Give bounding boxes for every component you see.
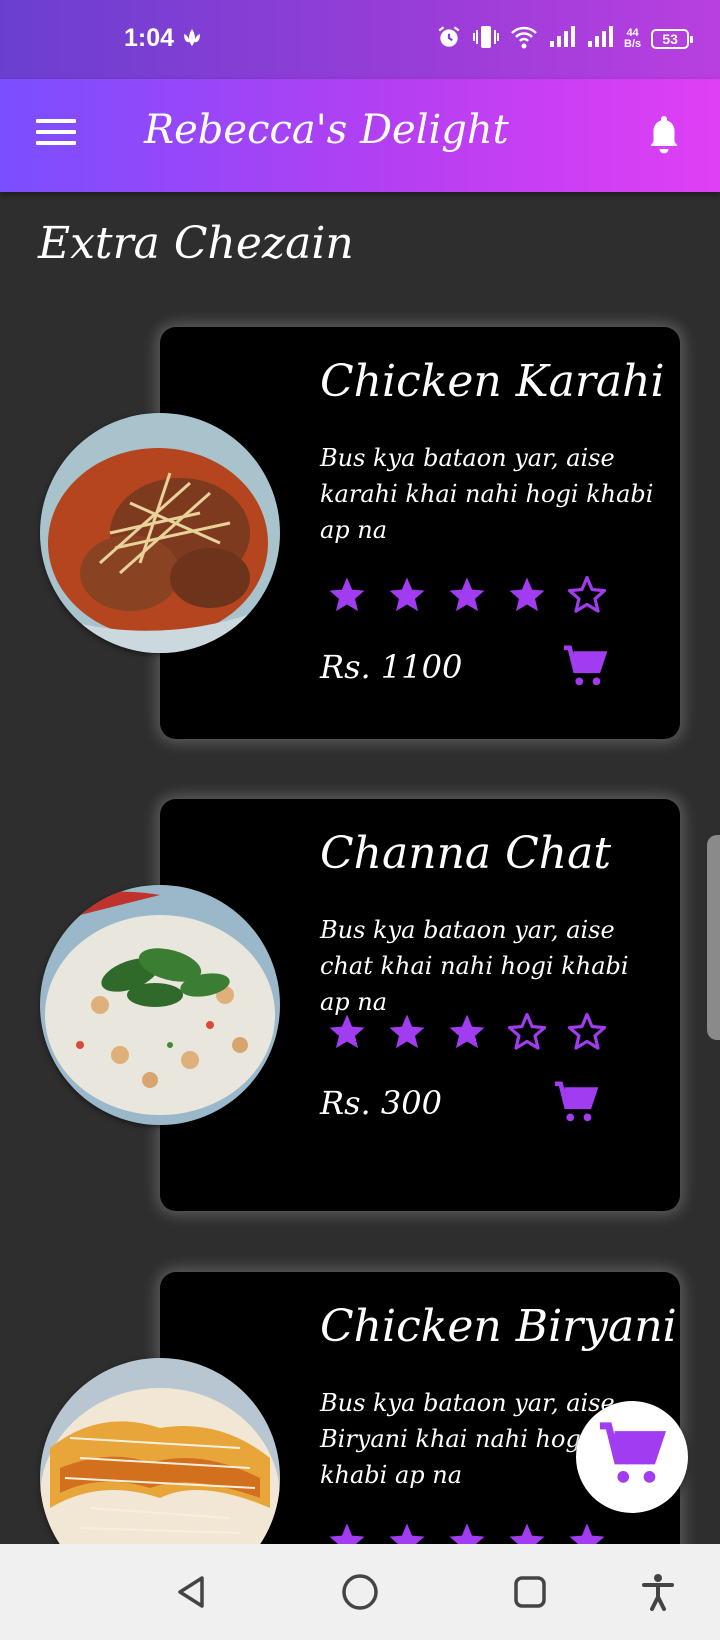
status-bar: 1:04 44 B/s 53 bbox=[0, 0, 720, 79]
accessibility-icon[interactable] bbox=[638, 1572, 678, 1616]
star-filled-icon bbox=[326, 574, 368, 616]
star-filled-icon bbox=[386, 1011, 428, 1053]
bell-icon[interactable] bbox=[646, 113, 682, 159]
star-filled-icon bbox=[446, 574, 488, 616]
dish-description: Bus kya bataon yar, aise chat khai nahi … bbox=[320, 916, 629, 1016]
battery-indicator: 53 bbox=[651, 29, 694, 49]
dish-name: Chicken Biryani bbox=[320, 1301, 677, 1352]
network-speed-unit: B/s bbox=[624, 38, 642, 50]
network-speed: 44 B/s bbox=[624, 28, 641, 50]
recents-square-icon[interactable] bbox=[510, 1572, 550, 1616]
dish-name: Chicken Karahi bbox=[320, 356, 665, 407]
cart-icon bbox=[597, 1420, 667, 1494]
dish-description: Bus kya bataon yar, aise karahi khai nah… bbox=[320, 444, 654, 544]
system-nav-bar bbox=[0, 1544, 720, 1640]
alarm-icon bbox=[436, 24, 462, 54]
star-filled-icon bbox=[506, 574, 548, 616]
star-filled-icon bbox=[326, 1011, 368, 1053]
app-title: Rebecca's Delight bbox=[144, 107, 509, 153]
dish-price: Rs. 1100 bbox=[320, 648, 463, 686]
battery-level: 53 bbox=[662, 31, 678, 47]
star-outline-icon bbox=[506, 1011, 548, 1053]
star-filled-icon bbox=[386, 574, 428, 616]
back-triangle-icon[interactable] bbox=[172, 1572, 212, 1616]
wifi-icon bbox=[510, 24, 538, 54]
vibrate-icon bbox=[472, 24, 500, 54]
app-bar: Rebecca's Delight bbox=[0, 79, 720, 192]
star-outline-icon bbox=[566, 574, 608, 616]
dish-price: Rs. 300 bbox=[320, 1084, 442, 1122]
scroll-handle[interactable] bbox=[707, 835, 720, 1040]
signal-icon-1 bbox=[548, 25, 576, 53]
dish-image-channa-chat bbox=[40, 885, 280, 1125]
star-rating bbox=[326, 574, 608, 616]
signal-icon-2 bbox=[586, 25, 614, 53]
star-outline-icon bbox=[566, 1011, 608, 1053]
menu-icon[interactable] bbox=[36, 119, 76, 149]
section-title: Extra Chezain bbox=[38, 218, 354, 269]
home-circle-icon[interactable] bbox=[340, 1572, 380, 1616]
notification-lotus-icon bbox=[180, 26, 204, 54]
cart-fab-button[interactable] bbox=[576, 1401, 688, 1513]
status-time: 1:04 bbox=[124, 24, 175, 52]
star-rating bbox=[326, 1011, 608, 1053]
dish-name: Channa Chat bbox=[320, 828, 612, 879]
star-filled-icon bbox=[446, 1011, 488, 1053]
add-to-cart-icon[interactable] bbox=[562, 644, 608, 694]
dish-image-chicken-karahi bbox=[40, 413, 280, 653]
status-icons: 44 B/s 53 bbox=[436, 24, 694, 54]
add-to-cart-icon[interactable] bbox=[553, 1080, 599, 1130]
